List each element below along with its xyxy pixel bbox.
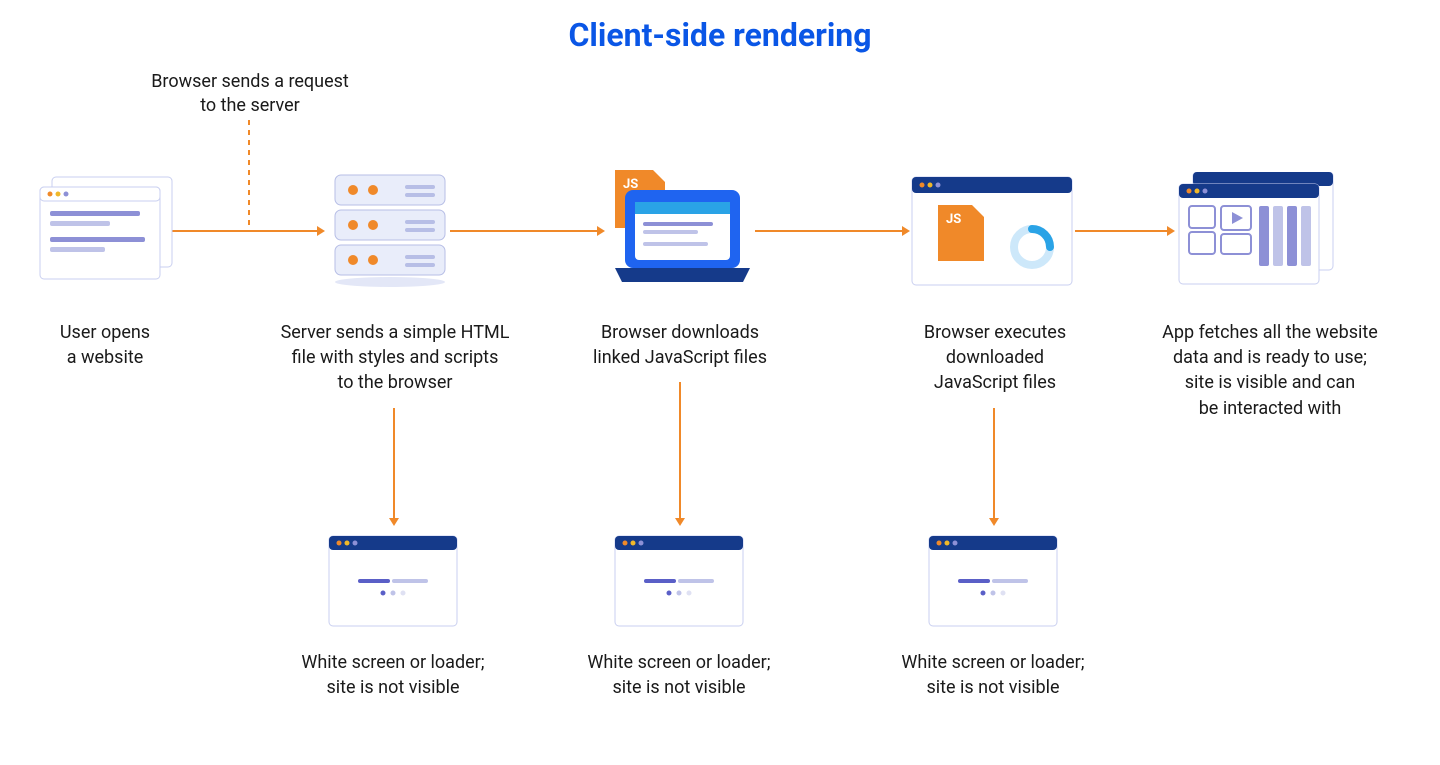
stage-5-label: App fetches all the websitedata and is r… xyxy=(1140,320,1400,421)
js-badge-2: JS xyxy=(946,212,961,227)
laptop-js-icon: JS xyxy=(600,170,760,280)
stage-3-label: Browser downloadslinked JavaScript files xyxy=(565,320,795,370)
stage-2-label: Server sends a simple HTMLfile with styl… xyxy=(270,320,520,396)
loader-window-icon xyxy=(328,535,458,625)
request-annotation: Browser sends a requestto the server xyxy=(115,70,385,119)
loader-window-icon xyxy=(928,535,1058,625)
app-ready-icon xyxy=(1175,172,1335,282)
down-arrow-1 xyxy=(388,408,400,526)
arrow-3-4 xyxy=(755,225,910,237)
down-arrow-2 xyxy=(674,382,686,526)
server-icon xyxy=(320,170,480,280)
diagram-title: Client-side rendering xyxy=(0,16,1440,54)
loader-2-label: White screen or loader;site is not visib… xyxy=(564,650,794,700)
down-arrow-3 xyxy=(988,408,1000,526)
execute-js-icon: JS xyxy=(910,175,1070,285)
stage-1-label: User opensa website xyxy=(0,320,220,370)
loader-3-label: White screen or loader;site is not visib… xyxy=(878,650,1108,700)
loader-1-label: White screen or loader;site is not visib… xyxy=(278,650,508,700)
dashed-connector xyxy=(246,120,252,230)
stage-4-label: Browser executesdownloadedJavaScript fil… xyxy=(880,320,1110,396)
loader-window-icon xyxy=(614,535,744,625)
browser-window-icon xyxy=(30,175,190,285)
arrow-4-5 xyxy=(1075,225,1175,237)
js-badge: JS xyxy=(623,177,638,192)
arrow-1-2 xyxy=(170,225,325,237)
